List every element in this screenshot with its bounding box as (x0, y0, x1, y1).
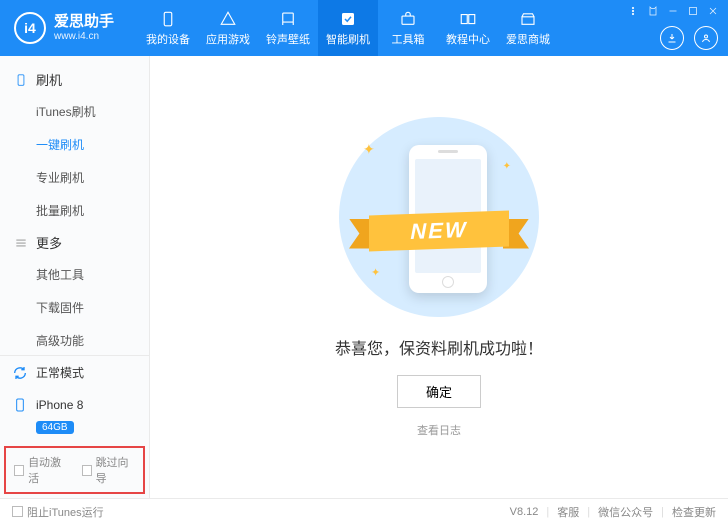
nav-my-device[interactable]: 我的设备 (138, 0, 198, 56)
toolbox-icon (399, 10, 417, 28)
sidebar: 刷机 iTunes刷机 一键刷机 专业刷机 批量刷机 更多 其他工具 下载固件 … (0, 56, 150, 498)
new-ribbon: NEW (349, 205, 529, 257)
refresh-icon (12, 365, 28, 381)
sidebar-item-batch-flash[interactable]: 批量刷机 (0, 194, 149, 227)
menu-icon (14, 236, 28, 250)
nav-store[interactable]: 爱思商城 (498, 0, 558, 56)
download-button[interactable] (660, 26, 684, 50)
window-controls (626, 4, 720, 18)
store-icon (519, 10, 537, 28)
user-button[interactable] (694, 26, 718, 50)
checkbox-label: 跳过向导 (96, 454, 135, 486)
apps-icon (219, 10, 237, 28)
nav-label: 应用游戏 (206, 31, 250, 47)
device-name: iPhone 8 (36, 398, 83, 412)
checkbox-skip-guide[interactable]: 跳过向导 (82, 454, 136, 486)
logo: i4 爱思助手 www.i4.cn (14, 12, 114, 44)
minimize-button[interactable] (666, 4, 680, 18)
phone-icon (14, 73, 28, 87)
checkbox-icon (14, 465, 24, 476)
status-bar: 阻止iTunes运行 V8.12 | 客服 | 微信公众号 | 检查更新 (0, 498, 728, 524)
nav-label: 工具箱 (392, 31, 425, 47)
sidebar-item-advanced[interactable]: 高级功能 (0, 324, 149, 355)
nav-label: 爱思商城 (506, 31, 550, 47)
sidebar-group-label: 更多 (36, 233, 62, 252)
sidebar-item-pro-flash[interactable]: 专业刷机 (0, 161, 149, 194)
device-icon (159, 10, 177, 28)
support-link[interactable]: 客服 (557, 504, 579, 520)
star-icon: ✦ (363, 141, 375, 158)
nav-smart-flash[interactable]: 智能刷机 (318, 0, 378, 56)
checkbox-label: 阻止iTunes运行 (27, 504, 104, 520)
sidebar-item-oneclick-flash[interactable]: 一键刷机 (0, 128, 149, 161)
checkbox-block-itunes[interactable]: 阻止iTunes运行 (12, 504, 104, 520)
device-icon (12, 397, 28, 413)
sidebar-group-label: 刷机 (36, 70, 62, 89)
star-icon: ✦ (371, 266, 380, 279)
sidebar-bottom: 正常模式 iPhone 8 64GB 自动激活 跳过向导 (0, 355, 149, 498)
top-nav: 我的设备 应用游戏 铃声壁纸 智能刷机 工具箱 教程中心 爱思商城 (138, 0, 558, 56)
checkbox-label: 自动激活 (28, 454, 67, 486)
sidebar-item-itunes-flash[interactable]: iTunes刷机 (0, 95, 149, 128)
app-url: www.i4.cn (54, 31, 114, 42)
success-illustration: ✦ ✦ ✦ NEW (339, 117, 539, 317)
logo-icon: i4 (14, 12, 46, 44)
maximize-button[interactable] (686, 4, 700, 18)
music-icon (279, 10, 297, 28)
close-button[interactable] (706, 4, 720, 18)
checkbox-icon (82, 465, 92, 476)
nav-toolbox[interactable]: 工具箱 (378, 0, 438, 56)
flash-icon (339, 10, 357, 28)
skin-icon[interactable] (646, 4, 660, 18)
view-log-link[interactable]: 查看日志 (417, 422, 461, 438)
ok-button[interactable]: 确定 (397, 375, 481, 408)
nav-label: 铃声壁纸 (266, 31, 310, 47)
tutorial-icon (459, 10, 477, 28)
settings-icon[interactable] (626, 4, 640, 18)
checkbox-auto-activate[interactable]: 自动激活 (14, 454, 68, 486)
check-update-link[interactable]: 检查更新 (672, 504, 716, 520)
device-mode-row[interactable]: 正常模式 (0, 356, 149, 389)
nav-label: 智能刷机 (326, 31, 370, 47)
nav-label: 我的设备 (146, 31, 190, 47)
main-content: ✦ ✦ ✦ NEW 恭喜您，保资料刷机成功啦！ 确定 查看日志 (150, 56, 728, 498)
wechat-link[interactable]: 微信公众号 (598, 504, 653, 520)
version-label: V8.12 (510, 506, 539, 518)
nav-label: 教程中心 (446, 31, 490, 47)
sidebar-item-download-firmware[interactable]: 下载固件 (0, 291, 149, 324)
mode-label: 正常模式 (36, 364, 84, 381)
device-storage-row: 64GB (0, 421, 149, 442)
options-box: 自动激活 跳过向导 (4, 446, 145, 494)
success-message: 恭喜您，保资料刷机成功啦！ (335, 335, 543, 359)
nav-ringtones[interactable]: 铃声壁纸 (258, 0, 318, 56)
device-info-row[interactable]: iPhone 8 (0, 389, 149, 421)
storage-badge: 64GB (36, 421, 74, 434)
ribbon-text: NEW (410, 216, 467, 244)
star-icon: ✦ (503, 161, 511, 172)
sidebar-item-other-tools[interactable]: 其他工具 (0, 258, 149, 291)
nav-apps[interactable]: 应用游戏 (198, 0, 258, 56)
app-title: 爱思助手 (54, 14, 114, 31)
title-bar: i4 爱思助手 www.i4.cn 我的设备 应用游戏 铃声壁纸 智能刷机 工具… (0, 0, 728, 56)
sidebar-group-more[interactable]: 更多 (0, 227, 149, 258)
sidebar-group-flash[interactable]: 刷机 (0, 64, 149, 95)
checkbox-icon (12, 506, 23, 517)
nav-tutorials[interactable]: 教程中心 (438, 0, 498, 56)
